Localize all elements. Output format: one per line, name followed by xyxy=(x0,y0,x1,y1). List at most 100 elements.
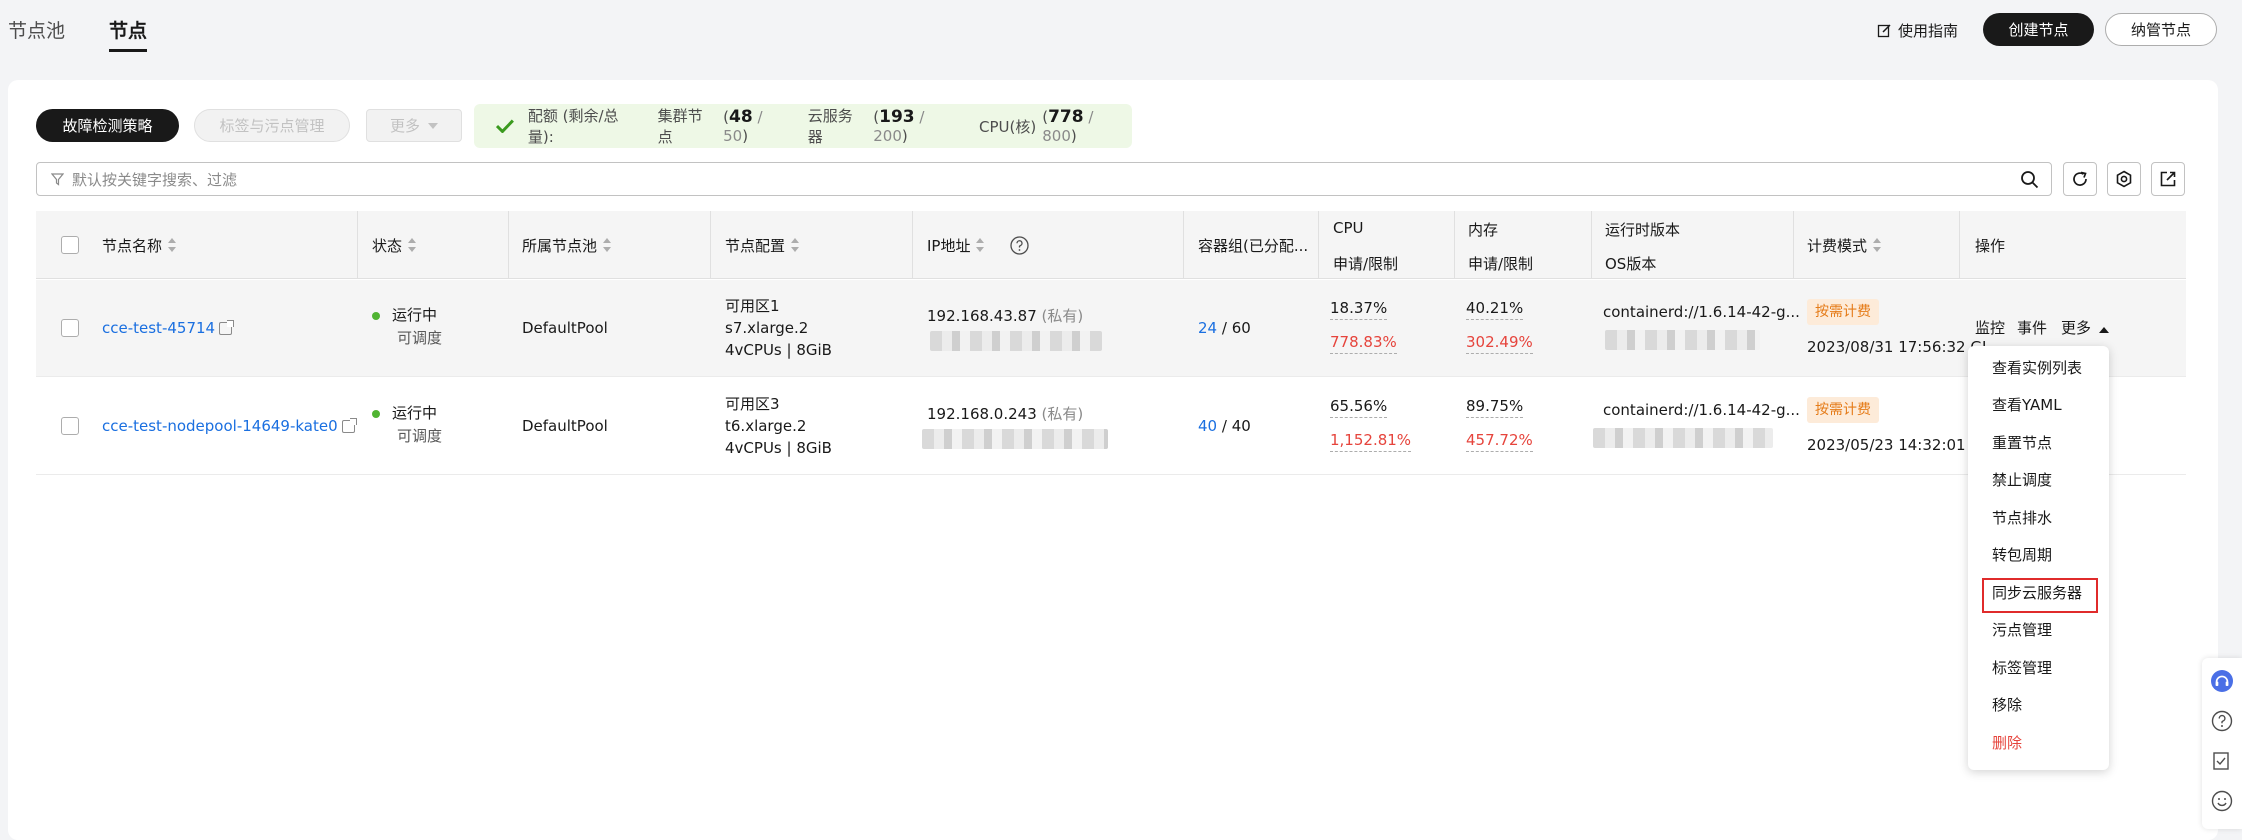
col-status[interactable]: 状态 xyxy=(372,211,417,279)
col-billing-label: 计费模式 xyxy=(1807,236,1868,255)
ecs-total: 200 xyxy=(873,127,902,145)
node-flavor: s7.xlarge.2 xyxy=(725,319,809,337)
column-divider xyxy=(1959,211,1960,279)
tab-node-pool[interactable]: 节点池 xyxy=(8,16,65,43)
quota-cluster-label: 集群节点 xyxy=(657,107,703,146)
question-icon xyxy=(2211,710,2233,732)
node-flavor: t6.xlarge.2 xyxy=(725,417,807,435)
help-button[interactable] xyxy=(2211,710,2233,732)
action-event[interactable]: 事件 xyxy=(2017,317,2047,339)
col-billing[interactable]: 计费模式 xyxy=(1807,211,1882,279)
customer-service-button[interactable] xyxy=(2211,670,2233,692)
status-text: 运行中 xyxy=(392,404,438,422)
feedback-button[interactable] xyxy=(2211,750,2233,772)
column-divider xyxy=(1454,211,1455,279)
ecs-remaining: 193 xyxy=(879,107,915,127)
col-runtime: 运行时版本 xyxy=(1605,221,1681,239)
cpu-request: 65.56% xyxy=(1330,395,1388,418)
sort-icon xyxy=(976,238,985,252)
gear-icon xyxy=(2116,170,2132,188)
col-mem: 内存 xyxy=(1468,221,1499,239)
menu-item-delete[interactable]: 删除 xyxy=(1992,732,2022,753)
export-icon xyxy=(2160,171,2176,187)
settings-button[interactable] xyxy=(2107,162,2141,196)
menu-item-disable-scheduling[interactable]: 禁止调度 xyxy=(1992,469,2052,490)
column-divider xyxy=(1183,211,1184,279)
col-mem-sub: 申请/限制 xyxy=(1468,255,1534,273)
quota-banner: 配额 (剩余/总量): 集群节点 (48 / 50) 云服务器 (193 / 2… xyxy=(474,104,1132,148)
col-config[interactable]: 节点配置 xyxy=(725,211,800,279)
menu-item-reset-node[interactable]: 重置节点 xyxy=(1992,432,2052,453)
menu-item-sync-ecs[interactable]: 同步云服务器 xyxy=(1992,582,2082,603)
row-checkbox[interactable] xyxy=(61,319,79,337)
pods-used[interactable]: 24 xyxy=(1198,319,1217,337)
node-zone: 可用区1 xyxy=(725,297,780,315)
ip-tag: (私有) xyxy=(1041,307,1084,325)
node-name[interactable]: cce-test-nodepool-14649-kate0 xyxy=(102,417,338,435)
row-checkbox[interactable] xyxy=(61,417,79,435)
mem-limit: 302.49% xyxy=(1466,331,1533,354)
col-cpu: CPU xyxy=(1333,219,1364,237)
refresh-button[interactable] xyxy=(2063,162,2097,196)
tag-taint-button[interactable]: 标签与污点管理 xyxy=(194,109,350,142)
col-cpu-sub: 申请/限制 xyxy=(1333,255,1399,273)
fault-detection-button[interactable]: 故障检测策略 xyxy=(36,109,179,142)
os-blurred xyxy=(1593,426,1773,448)
search-box[interactable]: 默认按关键字搜索、过滤 xyxy=(36,162,2052,196)
node-name-link[interactable]: cce-test-45714 xyxy=(102,317,235,339)
col-actions: 操作 xyxy=(1975,236,2006,255)
create-node-button[interactable]: 创建节点 xyxy=(1983,13,2094,46)
search-input[interactable]: 默认按关键字搜索、过滤 xyxy=(72,169,237,190)
col-name[interactable]: 节点名称 xyxy=(102,211,177,279)
pods-used[interactable]: 40 xyxy=(1198,417,1217,435)
node-pool: DefaultPool xyxy=(522,319,608,337)
node-pool: DefaultPool xyxy=(522,417,608,435)
menu-item-to-yearly[interactable]: 转包周期 xyxy=(1992,544,2052,565)
cpu-limit: 778.83% xyxy=(1330,331,1397,354)
manage-node-button[interactable]: 纳管节点 xyxy=(2105,13,2217,46)
node-name-link[interactable]: cce-test-nodepool-14649-kate0 xyxy=(102,415,357,437)
select-all-checkbox[interactable] xyxy=(61,236,79,254)
col-pool[interactable]: 所属节点池 xyxy=(522,211,612,279)
node-status: 运行中 xyxy=(372,402,437,424)
menu-item-view-instances[interactable]: 查看实例列表 xyxy=(1992,357,2082,378)
cpu-total: 800 xyxy=(1042,127,1071,145)
runtime-version: containerd://1.6.14-42-g... xyxy=(1603,303,1800,321)
external-link-icon xyxy=(341,418,357,433)
export-button[interactable] xyxy=(2151,162,2185,196)
col-name-label: 节点名称 xyxy=(102,236,163,255)
menu-item-view-yaml[interactable]: 查看YAML xyxy=(1992,394,2062,415)
ip-value: 192.168.0.243 xyxy=(927,405,1037,423)
guide-label: 使用指南 xyxy=(1898,22,1959,40)
billing-tag: 按需计费 xyxy=(1807,299,1879,325)
col-pods: 容器组(已分配... xyxy=(1198,236,1309,255)
menu-item-tag-manage[interactable]: 标签管理 xyxy=(1992,657,2052,678)
column-divider xyxy=(1318,211,1319,279)
column-divider xyxy=(1793,211,1794,279)
sort-icon xyxy=(408,238,417,252)
search-icon[interactable] xyxy=(2020,170,2039,189)
note-check-icon xyxy=(2213,752,2229,770)
filter-icon xyxy=(51,172,64,186)
menu-item-remove[interactable]: 移除 xyxy=(1992,694,2022,715)
col-os: OS版本 xyxy=(1605,255,1657,273)
tab-nodes[interactable]: 节点 xyxy=(109,16,148,52)
satisfaction-button[interactable] xyxy=(2211,790,2233,812)
column-divider xyxy=(357,211,358,279)
table-row: cce-test-nodepool-14649-kate0 运行中 可调度 De… xyxy=(36,378,2186,475)
help-icon[interactable] xyxy=(1010,235,1030,255)
col-ip[interactable]: IP地址 xyxy=(927,211,1030,279)
node-name[interactable]: cce-test-45714 xyxy=(102,319,215,337)
guide-link[interactable]: 使用指南 xyxy=(1877,20,1958,41)
schedulable-text: 可调度 xyxy=(397,329,443,347)
action-monitor[interactable]: 监控 xyxy=(1975,317,2005,339)
menu-item-drain-node[interactable]: 节点排水 xyxy=(1992,507,2052,528)
cpu-limit: 1,152.81% xyxy=(1330,429,1412,452)
cluster-remaining: 48 xyxy=(729,107,753,127)
menu-item-taint-manage[interactable]: 污点管理 xyxy=(1992,619,2052,640)
schedulable-text: 可调度 xyxy=(397,427,443,445)
more-button[interactable]: 更多 xyxy=(366,109,462,142)
column-divider xyxy=(710,211,711,279)
action-more[interactable]: 更多 xyxy=(2061,317,2109,339)
sort-icon xyxy=(168,238,177,252)
